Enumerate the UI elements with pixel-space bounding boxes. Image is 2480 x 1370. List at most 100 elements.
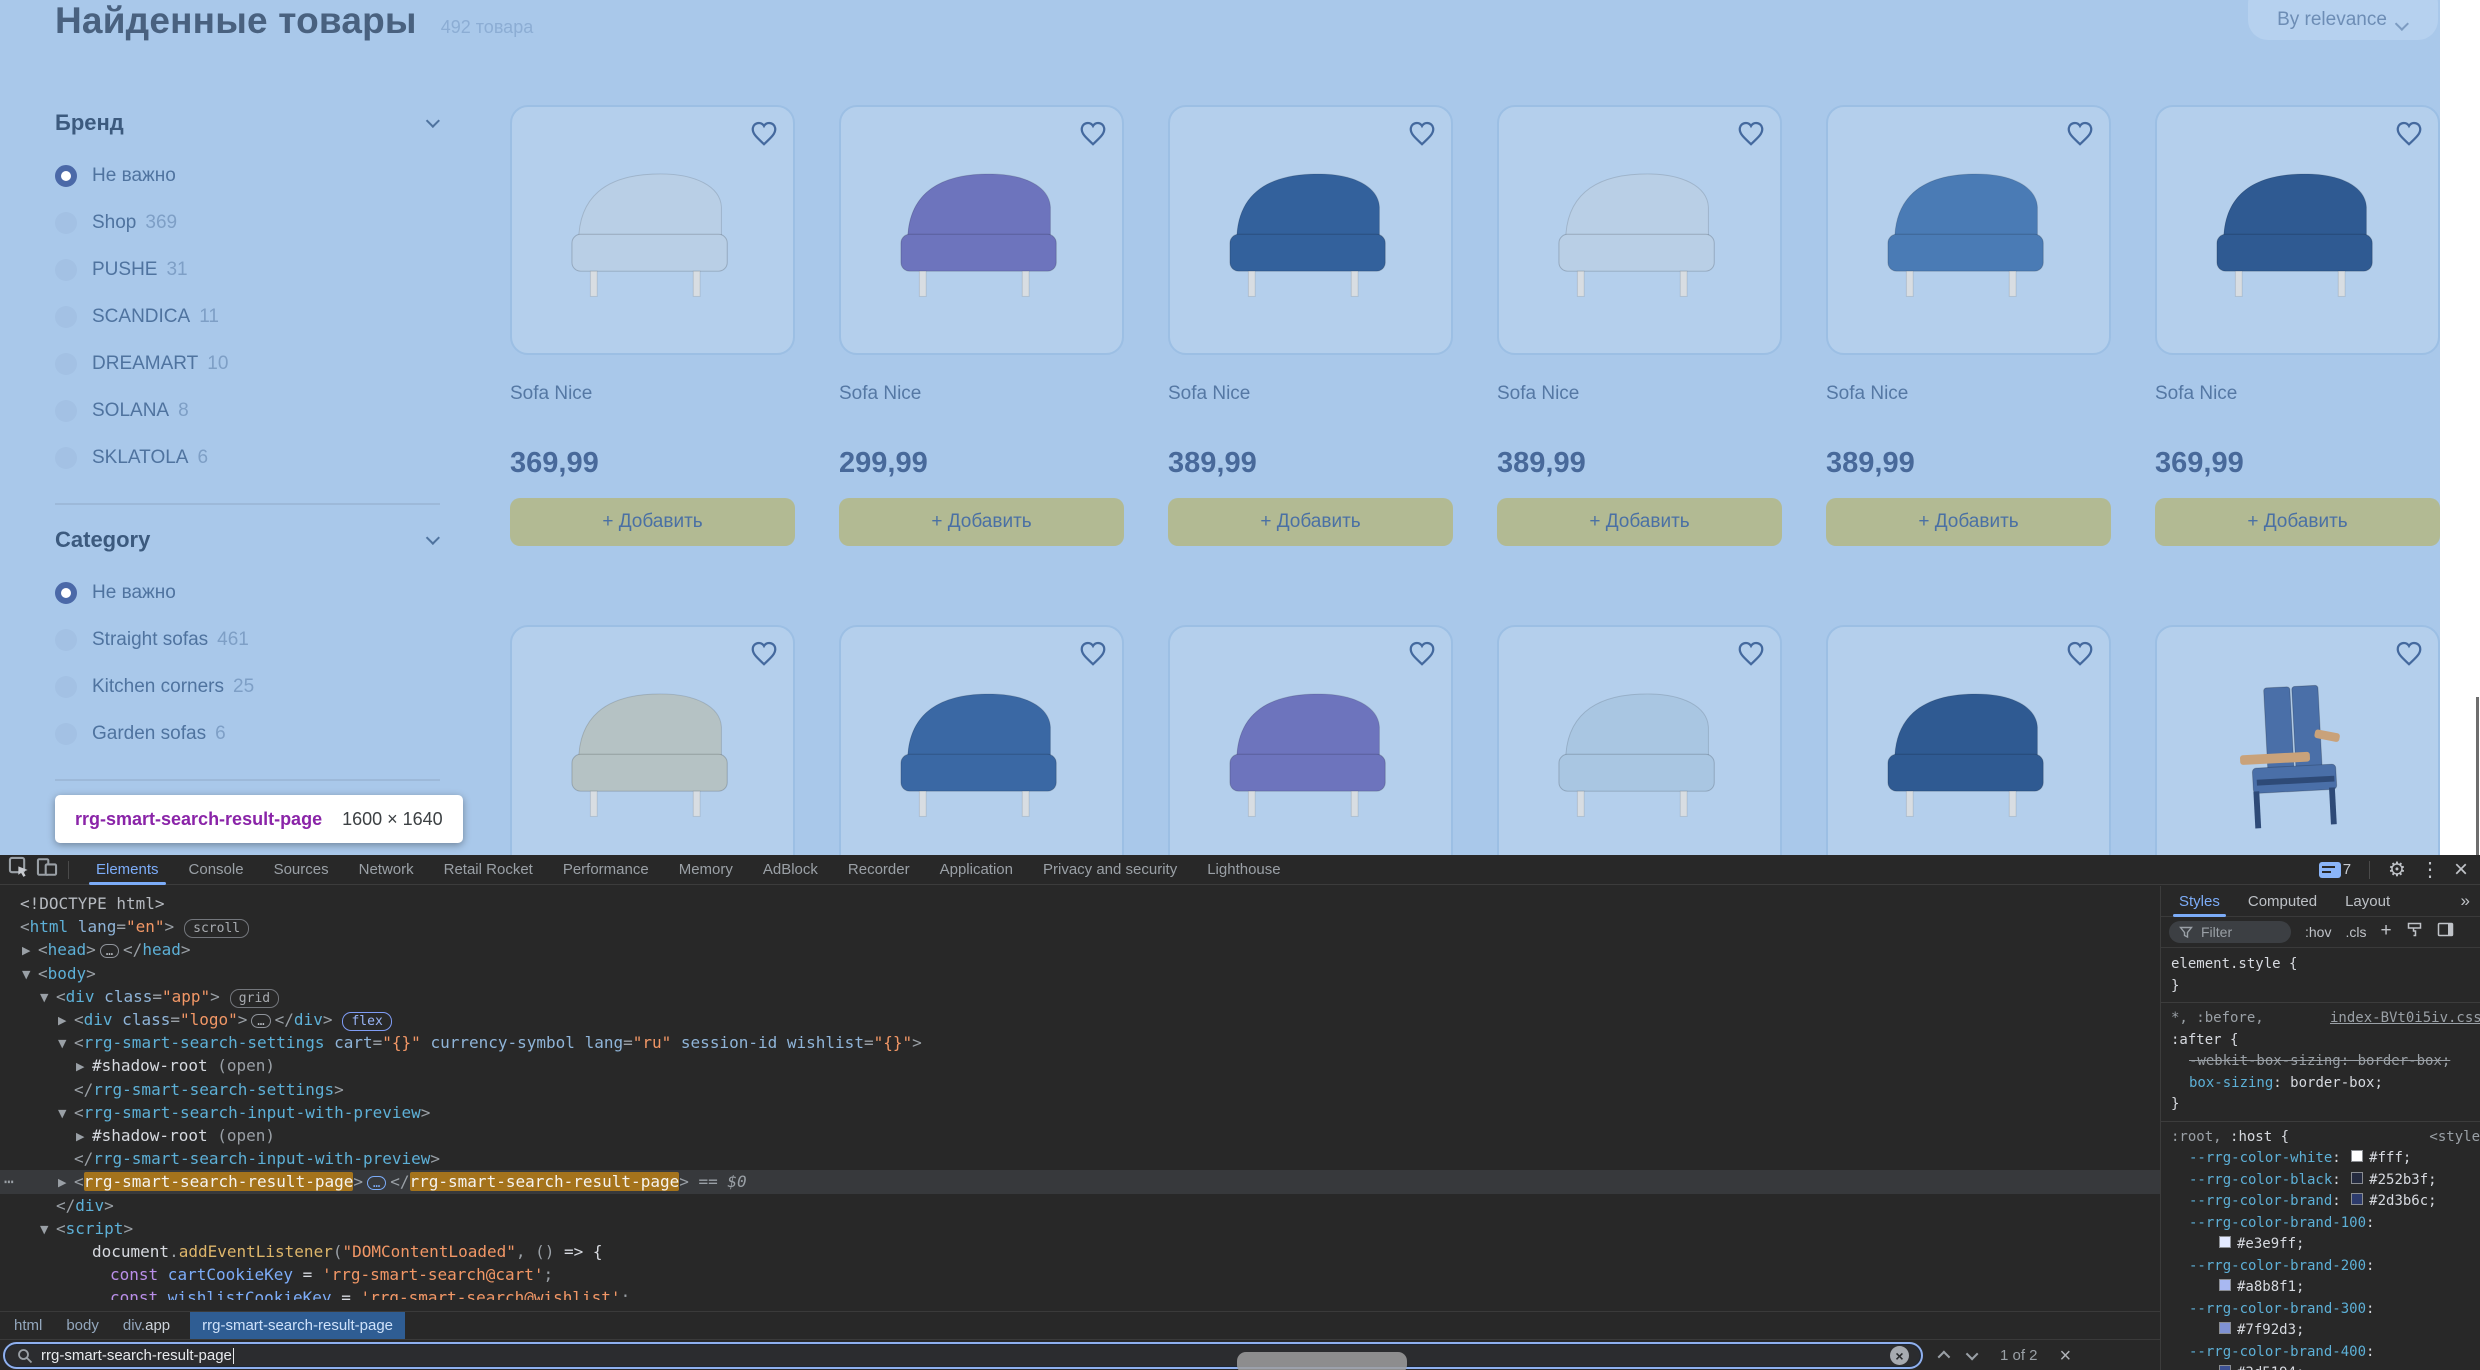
- style-rule-line[interactable]: :after {: [2161, 1030, 2480, 1052]
- filter-option[interactable]: Straight sofas461: [55, 616, 440, 663]
- product-name[interactable]: Sofa Nice: [2155, 383, 2440, 405]
- style-rule-line[interactable]: *, :before,index-BVt0i5iv.css:: [2161, 1008, 2480, 1030]
- add-to-cart-button[interactable]: + Добавить: [839, 498, 1124, 546]
- tree-collapse-arrow[interactable]: ▶: [58, 1009, 66, 1032]
- console-messages-button[interactable]: 7: [2319, 861, 2351, 878]
- devtools-tab-elements[interactable]: Elements: [81, 855, 174, 885]
- collapsed-ellipsis-badge[interactable]: …: [251, 1014, 270, 1028]
- close-search-icon[interactable]: ×: [2060, 1346, 2072, 1366]
- dom-tree-line[interactable]: ▶#shadow-root (open): [0, 1054, 2160, 1077]
- collapsed-ellipsis-badge[interactable]: …: [367, 1176, 386, 1190]
- radio-button[interactable]: [55, 306, 77, 328]
- product-image-box[interactable]: [2155, 625, 2440, 855]
- dom-tree-line[interactable]: </div>: [0, 1194, 2160, 1217]
- style-rule-line[interactable]: --rrg-color-brand: #2d3b6c;: [2161, 1191, 2480, 1213]
- previous-match-icon[interactable]: [1938, 1351, 1951, 1364]
- product-name[interactable]: Sofa Nice: [1826, 383, 2111, 405]
- devtools-tab-memory[interactable]: Memory: [664, 855, 748, 885]
- color-swatch[interactable]: [2219, 1322, 2231, 1334]
- product-image-box[interactable]: [1168, 625, 1453, 855]
- radio-button[interactable]: [55, 676, 77, 698]
- product-image-box[interactable]: [510, 105, 795, 355]
- favorite-heart-icon[interactable]: [1078, 639, 1108, 672]
- product-image-box[interactable]: [1826, 625, 2111, 855]
- favorite-heart-icon[interactable]: [1407, 639, 1437, 672]
- product-name[interactable]: Sofa Nice: [510, 383, 795, 405]
- dom-tree-line[interactable]: </rrg-smart-search-input-with-preview>: [0, 1147, 2160, 1170]
- devtools-tab-console[interactable]: Console: [174, 855, 259, 885]
- dock-panel-icon[interactable]: [2437, 922, 2454, 942]
- add-to-cart-button[interactable]: + Добавить: [1826, 498, 2111, 546]
- dom-tree-line[interactable]: ▼<body>: [0, 962, 2160, 985]
- devtools-tab-adblock[interactable]: AdBlock: [748, 855, 833, 885]
- style-rule-line[interactable]: --rrg-color-black: #252b3f;: [2161, 1170, 2480, 1192]
- add-to-cart-button[interactable]: + Добавить: [1497, 498, 1782, 546]
- dom-tree-line[interactable]: ▼<script>: [0, 1217, 2160, 1240]
- device-toolbar-icon[interactable]: [36, 856, 58, 883]
- styles-tab-computed[interactable]: Computed: [2236, 886, 2329, 917]
- favorite-heart-icon[interactable]: [2394, 639, 2424, 672]
- radio-button[interactable]: [55, 212, 77, 234]
- layout-badge[interactable]: scroll: [184, 919, 249, 938]
- devtools-tab-lighthouse[interactable]: Lighthouse: [1192, 855, 1295, 885]
- dom-search-input[interactable]: rrg-smart-search-result-page ×: [3, 1342, 1923, 1369]
- style-rule-line[interactable]: element.style {: [2161, 954, 2480, 976]
- filter-option[interactable]: DREAMART10: [55, 340, 440, 387]
- style-rule-line[interactable]: #e3e9ff;: [2161, 1234, 2480, 1256]
- chevron-down-icon[interactable]: [426, 531, 440, 545]
- more-tabs-icon[interactable]: »: [2461, 891, 2470, 911]
- dom-tree-line[interactable]: ▶#shadow-root (open): [0, 1124, 2160, 1147]
- tree-collapse-arrow[interactable]: ▶: [58, 1171, 66, 1194]
- filter-option[interactable]: Shop369: [55, 199, 440, 246]
- breadcrumb-item[interactable]: body: [62, 1312, 103, 1340]
- filter-option[interactable]: Не важно: [55, 152, 440, 199]
- style-rule-line[interactable]: }: [2161, 1094, 2480, 1116]
- favorite-heart-icon[interactable]: [2065, 119, 2095, 152]
- new-style-rule-button[interactable]: +: [2380, 920, 2391, 942]
- product-name[interactable]: Sofa Nice: [839, 383, 1124, 405]
- paint-brush-icon[interactable]: [2406, 921, 2423, 943]
- breadcrumb-item[interactable]: rrg-smart-search-result-page: [190, 1312, 405, 1340]
- filter-option[interactable]: PUSHE31: [55, 246, 440, 293]
- favorite-heart-icon[interactable]: [1736, 639, 1766, 672]
- product-name[interactable]: Sofa Nice: [1497, 383, 1782, 405]
- radio-button[interactable]: [55, 629, 77, 651]
- dom-tree-line[interactable]: document.addEventListener("DOMContentLoa…: [0, 1240, 2160, 1263]
- favorite-heart-icon[interactable]: [2394, 119, 2424, 152]
- color-swatch[interactable]: [2219, 1236, 2231, 1248]
- chevron-down-icon[interactable]: [426, 114, 440, 128]
- style-rule-line[interactable]: }: [2161, 976, 2480, 998]
- devtools-tab-network[interactable]: Network: [344, 855, 429, 885]
- style-rule-line[interactable]: -webkit-box-sizing: border-box;: [2161, 1051, 2480, 1073]
- product-image-box[interactable]: [1168, 105, 1453, 355]
- breadcrumb-item[interactable]: html: [10, 1312, 46, 1340]
- dom-tree-line[interactable]: <!DOCTYPE html>: [0, 892, 2160, 915]
- tree-expand-arrow[interactable]: ▼: [40, 986, 48, 1009]
- styles-tab-layout[interactable]: Layout: [2333, 886, 2402, 917]
- dom-tree-line[interactable]: ▼<rrg-smart-search-input-with-preview>: [0, 1101, 2160, 1124]
- favorite-heart-icon[interactable]: [2065, 639, 2095, 672]
- favorite-heart-icon[interactable]: [749, 119, 779, 152]
- sort-dropdown[interactable]: By relevance: [2248, 0, 2438, 40]
- radio-button[interactable]: [55, 353, 77, 375]
- favorite-heart-icon[interactable]: [749, 639, 779, 672]
- devtools-tab-sources[interactable]: Sources: [259, 855, 344, 885]
- radio-button[interactable]: [55, 447, 77, 469]
- dom-tree-line[interactable]: <html lang="en">scroll: [0, 915, 2160, 938]
- dom-tree-line[interactable]: const cartCookieKey = 'rrg-smart-search@…: [0, 1263, 2160, 1286]
- color-swatch[interactable]: [2351, 1193, 2363, 1205]
- style-rule-line[interactable]: --rrg-color-white: #fff;: [2161, 1148, 2480, 1170]
- color-swatch[interactable]: [2219, 1365, 2231, 1370]
- dom-tree-line[interactable]: </rrg-smart-search-settings>: [0, 1078, 2160, 1101]
- product-image-box[interactable]: [1497, 625, 1782, 855]
- devtools-tab-recorder[interactable]: Recorder: [833, 855, 925, 885]
- devtools-tab-performance[interactable]: Performance: [548, 855, 664, 885]
- tree-collapse-arrow[interactable]: ▶: [76, 1125, 84, 1148]
- filter-option[interactable]: SOLANA8: [55, 387, 440, 434]
- style-rule-line[interactable]: #7f92d3;: [2161, 1320, 2480, 1342]
- filter-option[interactable]: Kitchen corners25: [55, 663, 440, 710]
- radio-button[interactable]: [55, 165, 77, 187]
- devtools-tab-application[interactable]: Application: [925, 855, 1028, 885]
- inspect-element-icon[interactable]: [8, 856, 30, 883]
- breadcrumb-item[interactable]: div.app: [119, 1312, 174, 1340]
